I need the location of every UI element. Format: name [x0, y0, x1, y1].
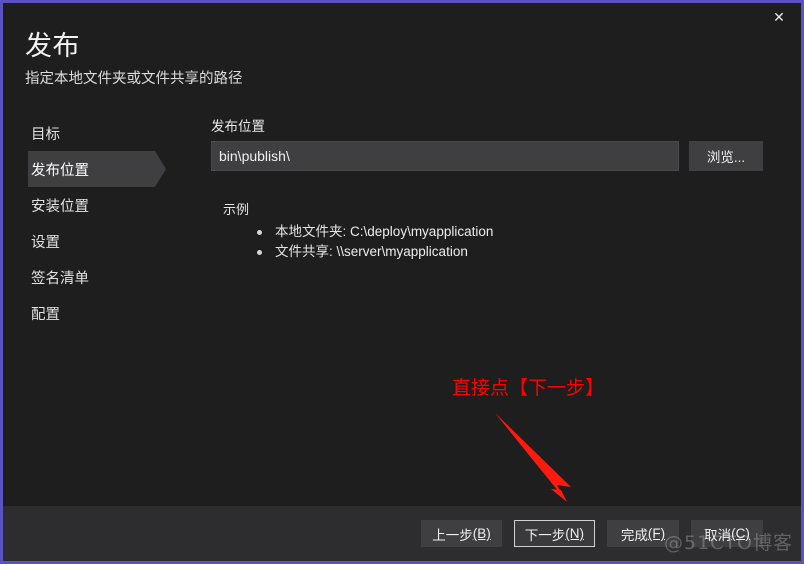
publish-location-input[interactable] — [211, 141, 679, 171]
examples-list: 本地文件夹: C:\deploy\myapplication 文件共享: \\s… — [257, 222, 771, 262]
sidebar-item-label: 目标 — [31, 126, 60, 143]
cancel-button[interactable]: 取消 (C) — [691, 520, 763, 547]
example-name: 本地文件夹: — [275, 224, 347, 239]
sidebar-item-label: 设置 — [31, 234, 60, 251]
publish-wizard-dialog: ✕ 发布 指定本地文件夹或文件共享的路径 目标 发布位置 安装位置 设置 签名清… — [0, 0, 804, 564]
sidebar-item-install-location[interactable]: 安装位置 — [3, 187, 203, 223]
finish-button[interactable]: 完成 (F) — [607, 520, 679, 547]
button-label: 下一步 — [524, 527, 566, 543]
button-label: 取消 — [704, 527, 732, 543]
annotation-text: 直接点【下一步】 — [452, 377, 605, 399]
list-item: 本地文件夹: C:\deploy\myapplication — [257, 222, 771, 242]
list-item: 文件共享: \\server\myapplication — [257, 242, 771, 262]
example-path: C:\deploy\myapplication — [350, 224, 494, 239]
example-path: \\server\myapplication — [336, 244, 468, 259]
button-label: 完成 — [620, 527, 648, 543]
button-mnemonic: (F) — [647, 526, 666, 541]
sidebar-item-publish-location[interactable]: 发布位置 — [3, 151, 203, 187]
close-icon[interactable]: ✕ — [757, 3, 801, 31]
button-mnemonic: (B) — [472, 526, 491, 541]
example-name: 文件共享: — [275, 244, 333, 259]
title-bar: ✕ — [3, 3, 801, 31]
publish-location-row: 浏览... — [211, 141, 771, 171]
examples-section: 示例 本地文件夹: C:\deploy\myapplication 文件共享: … — [211, 199, 771, 262]
examples-title: 示例 — [223, 202, 250, 217]
page-subtitle: 指定本地文件夹或文件共享的路径 — [25, 71, 243, 87]
browse-button[interactable]: 浏览... — [689, 141, 763, 171]
sidebar-item-label: 安装位置 — [31, 198, 89, 215]
main-content: 发布位置 浏览... 示例 本地文件夹: C:\deploy\myapplica… — [211, 115, 771, 262]
sidebar-item-settings[interactable]: 设置 — [3, 223, 203, 259]
header: 发布 指定本地文件夹或文件共享的路径 — [25, 29, 765, 89]
page-title: 发布 — [25, 31, 80, 61]
wizard-step-sidebar: 目标 发布位置 安装位置 设置 签名清单 配置 — [3, 115, 203, 495]
sidebar-item-target[interactable]: 目标 — [3, 115, 203, 151]
button-label: 上一步 — [432, 527, 473, 543]
sidebar-item-label: 签名清单 — [31, 270, 89, 287]
chevron-right-icon — [155, 151, 166, 187]
publish-location-label: 发布位置 — [211, 119, 265, 134]
previous-button[interactable]: 上一步 (B) — [421, 520, 502, 547]
sidebar-item-label: 配置 — [31, 306, 60, 323]
sidebar-item-label: 发布位置 — [31, 162, 89, 179]
next-button[interactable]: 下一步 (N) — [513, 520, 595, 547]
sidebar-item-configuration[interactable]: 配置 — [3, 295, 203, 331]
dialog-footer: 上一步 (B) 下一步 (N) 完成 (F) 取消 (C) — [3, 506, 801, 561]
sidebar-item-signature-manifest[interactable]: 签名清单 — [3, 259, 203, 295]
annotation-arrow-icon — [495, 413, 571, 502]
button-mnemonic: (N) — [565, 526, 584, 541]
button-mnemonic: (C) — [731, 526, 750, 541]
